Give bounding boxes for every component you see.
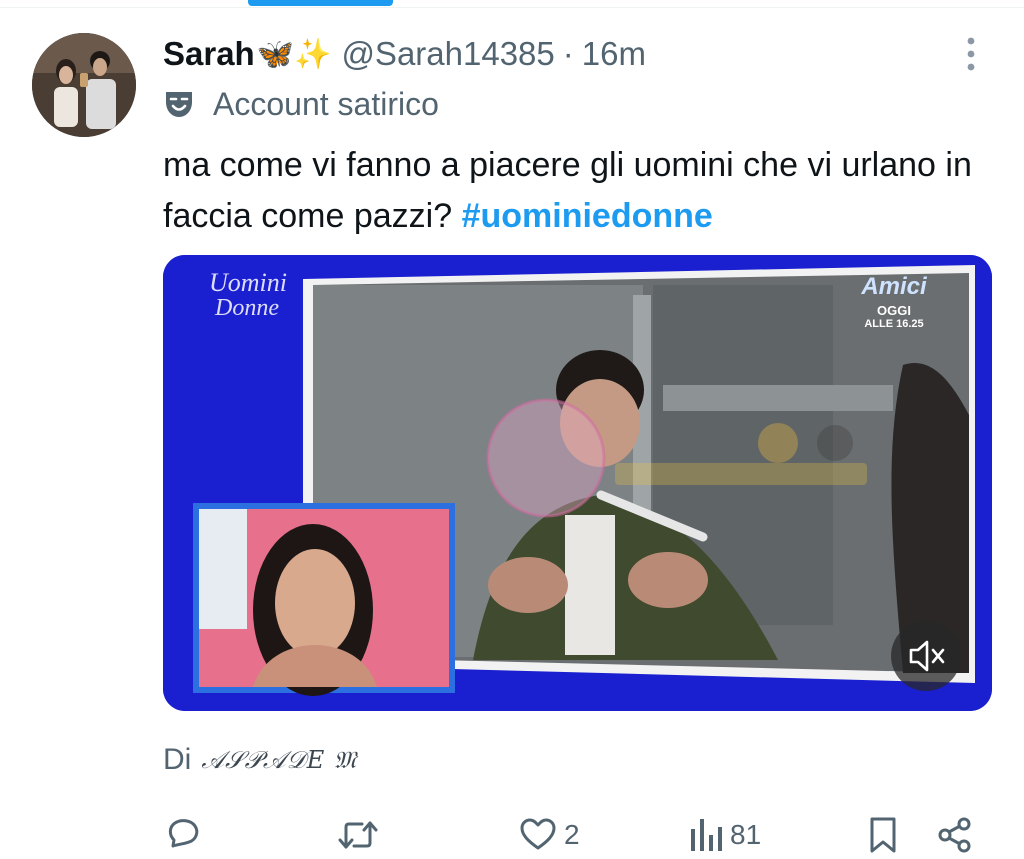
tweet-text: ma come vi fanno a piacere gli uomini ch… xyxy=(163,140,993,242)
retweet-button[interactable] xyxy=(336,812,380,858)
reply-button[interactable] xyxy=(163,812,203,858)
volume-mute-icon xyxy=(909,640,945,672)
tweet-video[interactable]: Uomini Donne Amici OGGI ALLE 16.25 xyxy=(163,255,992,711)
tweet-timestamp[interactable]: 16m xyxy=(582,35,646,73)
more-options-button[interactable] xyxy=(955,36,987,72)
promo-line-2: ALLE 16.25 xyxy=(864,318,924,330)
like-button[interactable]: 2 xyxy=(518,812,580,858)
account-label: Account satirico xyxy=(163,84,439,124)
more-vertical-icon xyxy=(967,37,975,71)
hashtag-link[interactable]: #uominiedonne xyxy=(462,197,713,235)
bookmark-button[interactable] xyxy=(865,812,901,858)
tweet-header: Sarah 🦋✨ @Sarah14385 · 16m xyxy=(163,30,646,78)
mute-button[interactable] xyxy=(891,621,961,691)
svg-text:Uomini: Uomini xyxy=(209,268,287,297)
views-icon xyxy=(691,819,722,851)
avatar-image xyxy=(32,33,136,137)
author-handle[interactable]: @Sarah14385 xyxy=(341,35,554,73)
views-count: 81 xyxy=(730,819,762,850)
divider xyxy=(0,7,1024,8)
views-button[interactable]: 81 xyxy=(688,812,761,858)
account-label-text: Account satirico xyxy=(213,85,439,122)
tab-active-indicator xyxy=(248,0,393,6)
share-icon xyxy=(938,817,971,853)
like-count: 2 xyxy=(564,819,580,850)
attribution: Di 𝒜𝒮𝒫𝒜𝒟𝐸 𝔐 xyxy=(163,740,357,780)
attribution-prefix: Di xyxy=(163,743,192,776)
promo-title: Amici xyxy=(861,273,927,300)
attribution-user[interactable]: 𝒜𝒮𝒫𝒜𝒟𝐸 𝔐 xyxy=(201,746,357,774)
show-logo-graphic: Uomini Donne xyxy=(209,268,287,321)
avatar[interactable] xyxy=(32,33,136,137)
theater-masks-icon xyxy=(166,92,192,117)
reply-icon xyxy=(168,819,199,848)
bookmark-icon xyxy=(870,817,896,853)
promo-overlay: Amici OGGI ALLE 16.25 xyxy=(839,273,949,330)
separator-dot: · xyxy=(562,35,574,72)
promo-line-1: OGGI xyxy=(877,303,911,318)
retweet-icon xyxy=(338,821,378,849)
author-emojis: 🦋✨ xyxy=(256,37,332,71)
author-display-name[interactable]: Sarah xyxy=(163,35,255,73)
heart-icon xyxy=(520,818,556,850)
share-button[interactable] xyxy=(935,812,975,858)
svg-text:Donne: Donne xyxy=(214,295,279,321)
